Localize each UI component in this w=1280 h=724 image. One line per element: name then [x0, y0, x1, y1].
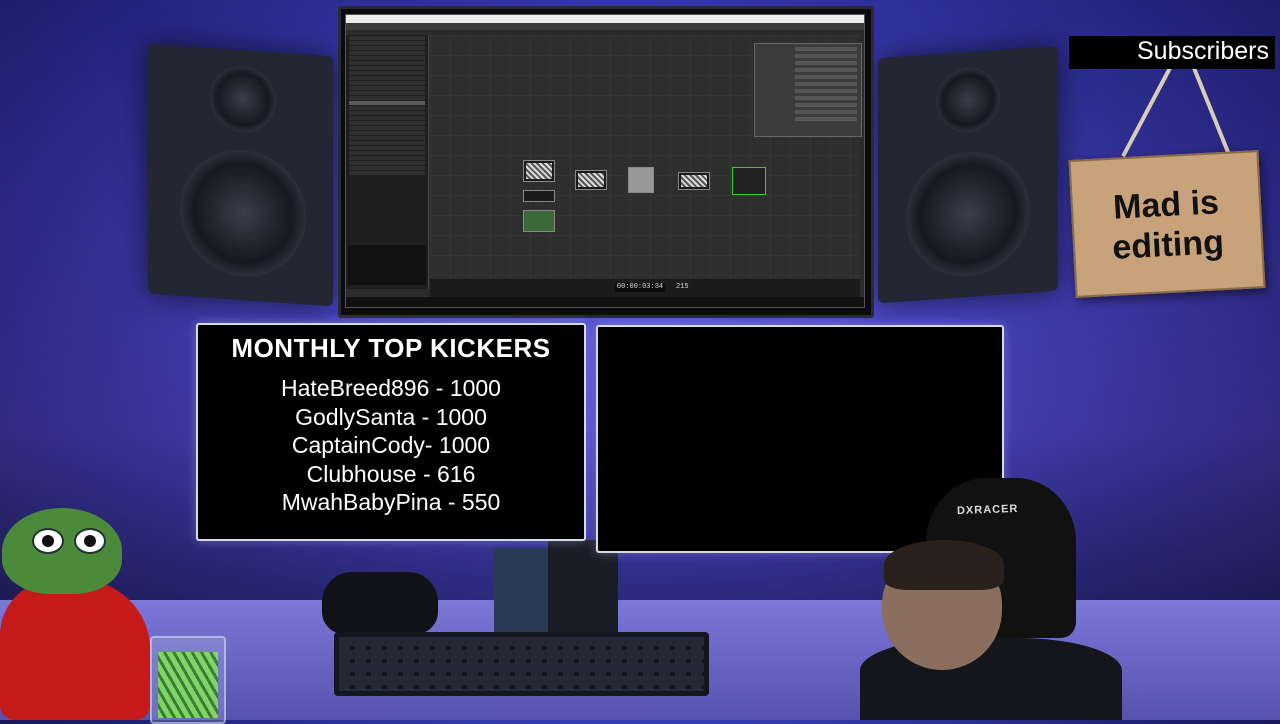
streamer-hair	[884, 540, 1004, 590]
subscribers-label: Subscribers	[1069, 36, 1275, 69]
operator-node	[678, 172, 710, 190]
kickers-list: HateBreed896 - 1000 GodlySanta - 1000 Ca…	[198, 374, 584, 517]
operator-node	[575, 170, 607, 190]
tweeter	[936, 65, 1000, 135]
pepe-body	[0, 578, 150, 720]
woofer	[180, 145, 306, 281]
pepe-eye	[32, 528, 64, 554]
operator-node	[523, 190, 555, 202]
kickers-title: MONTHLY TOP KICKERS	[231, 333, 551, 363]
pepe-head	[2, 508, 122, 594]
os-taskbar	[346, 297, 864, 307]
sign-line-2: editing	[1111, 223, 1225, 267]
webcam-streamer: DXRACER	[860, 470, 1122, 720]
cube-node	[628, 167, 654, 193]
timeline-bar: 00:00:03:34 215	[430, 279, 860, 297]
palette-panel	[346, 35, 429, 289]
kicker-entry: MwahBabyPina - 550	[281, 489, 501, 515]
operator-node	[523, 210, 555, 232]
candy-cup	[150, 636, 226, 724]
keyboard	[334, 632, 709, 696]
tweeter	[210, 63, 276, 135]
timecode-display: 00:00:03:34	[615, 283, 665, 292]
kicker-entry: HateBreed896 - 1000	[281, 375, 501, 401]
pepe-eye	[74, 528, 106, 554]
kicker-entry: Clubhouse - 616	[306, 460, 476, 487]
monitor-stand	[548, 540, 618, 640]
mini-pc	[494, 548, 548, 644]
operator-node	[523, 160, 555, 182]
preview-viewer	[348, 245, 426, 285]
editor-window-screenshot: 00:00:03:34 215	[345, 14, 865, 308]
gamepad	[322, 572, 438, 634]
window-menubar	[346, 23, 864, 30]
parameter-window	[754, 43, 862, 137]
right-speaker	[878, 45, 1058, 304]
top-kickers-panel: MONTHLY TOP KICKERS HateBreed896 - 1000 …	[196, 323, 586, 541]
pepe-mascot	[0, 508, 170, 720]
window-titlebar	[346, 15, 864, 23]
kicker-entry: CaptainCody- 1000	[291, 432, 491, 458]
frame-counter: 215	[676, 283, 689, 291]
status-sign: Mad is editing	[1068, 150, 1266, 298]
left-speaker	[148, 43, 333, 307]
operator-node	[732, 167, 766, 195]
kicker-entry: GodlySanta - 1000	[295, 403, 487, 430]
woofer	[906, 147, 1030, 281]
chair-brand: DXRACER	[956, 502, 1019, 518]
